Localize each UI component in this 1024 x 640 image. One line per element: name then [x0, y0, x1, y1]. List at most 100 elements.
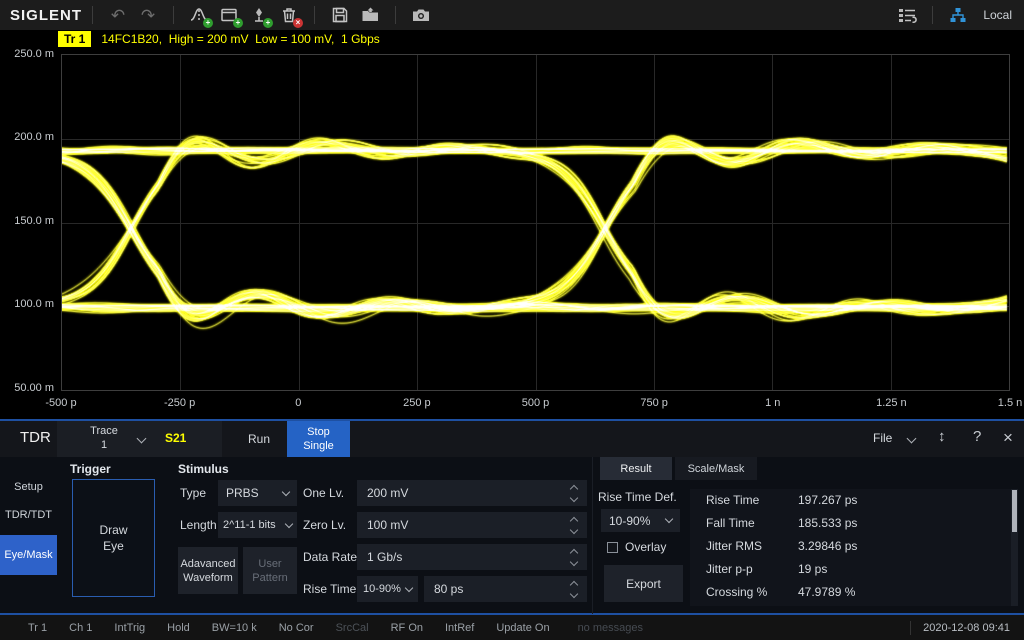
scrollbar-thumb[interactable] [1012, 490, 1017, 532]
plus-badge-icon: + [203, 18, 213, 28]
tdr-dialog-body: Setup TDR/TDT Eye/Mask Trigger Draw Eye … [0, 457, 1024, 614]
export-button[interactable]: Export [604, 565, 683, 602]
measurement-value: 3.29846 ps [798, 539, 857, 553]
network-lan-icon[interactable] [943, 2, 973, 28]
toolbar-divider [173, 6, 174, 24]
siglent-logo: SIGLENT [10, 7, 82, 24]
measurement-name: Rise Time [706, 493, 759, 507]
spinner-arrows-icon[interactable] [571, 483, 577, 503]
undo-icon[interactable]: ↶ [103, 2, 133, 28]
spinner-arrows-icon[interactable] [571, 579, 577, 599]
advanced-waveform-button[interactable]: AdavancedWaveform [178, 547, 238, 594]
overlay-option[interactable]: Overlay [607, 540, 666, 554]
delete-trace-icon[interactable]: × [274, 2, 304, 28]
result-rise-time-def-dropdown[interactable]: 10-90% [601, 509, 680, 532]
rise-time-input[interactable]: 80 ps [424, 576, 587, 602]
tdr-dialog: TDR Trace 1 S21 Run Stop Single File ↕ ?… [0, 419, 1024, 615]
measurement-value: 19 ps [798, 562, 827, 576]
type-dropdown[interactable]: PRBS [218, 480, 297, 506]
user-pattern-button[interactable]: UserPattern [243, 547, 297, 594]
status-correction: No Cor [279, 622, 314, 634]
one-level-input[interactable]: 200 mV [357, 480, 587, 506]
rise-time-def-dropdown[interactable]: 10-90% [357, 576, 418, 602]
x-tick-label: 1.5 n [998, 397, 1022, 409]
tab-eye-mask[interactable]: Eye/Mask [0, 535, 57, 575]
rise-time-def-label: Rise Time Def. [598, 490, 677, 504]
toolbar-divider [395, 6, 396, 24]
sparam-label[interactable]: S21 [165, 431, 186, 445]
table-row: Jitter p-p 19 ps [690, 558, 1018, 581]
zero-level-label: Zero Lv. [303, 518, 346, 532]
chevron-down-icon [285, 519, 293, 527]
dialog-title: TDR [20, 429, 51, 446]
run-button[interactable]: Run [235, 421, 283, 457]
tab-scale-mask[interactable]: Scale/Mask [675, 457, 757, 480]
instrument-screen: SIGLENT ↶ ↷ + + + × [0, 0, 1024, 640]
resize-panel-icon[interactable]: ↕ [938, 428, 946, 445]
draw-eye-button[interactable]: Draw Eye [72, 479, 155, 597]
status-rf: RF On [391, 622, 423, 634]
eye-diagram-plot-region: 250.0 m 200.0 m 150.0 m 100.0 m 50.00 m … [0, 48, 1024, 419]
file-menu-button[interactable]: File [873, 431, 892, 445]
add-marker-icon[interactable]: + [244, 2, 274, 28]
tdr-dialog-header: TDR Trace 1 S21 Run Stop Single File ↕ ?… [0, 421, 1024, 457]
y-tick-label: 150.0 m [0, 215, 54, 227]
y-tick-label: 100.0 m [0, 298, 54, 310]
x-tick-label: -250 p [164, 397, 195, 409]
overlay-label: Overlay [625, 540, 666, 554]
length-dropdown[interactable]: 2^11-1 bits [218, 512, 297, 538]
tab-result[interactable]: Result [600, 457, 672, 480]
delete-badge-icon: × [293, 18, 303, 28]
trigger-group-label: Trigger [70, 462, 111, 476]
stop-single-button[interactable]: Stop Single [287, 421, 350, 457]
spinner-arrows-icon[interactable] [571, 547, 577, 567]
add-window-icon[interactable]: + [214, 2, 244, 28]
recall-folder-icon[interactable] [355, 2, 385, 28]
status-datetime: 2020-12-08 09:41 [923, 622, 1010, 634]
overlay-checkbox[interactable] [607, 542, 618, 553]
x-tick-label: 1.25 n [876, 397, 907, 409]
x-tick-label: 750 p [640, 397, 668, 409]
x-tick-label: 1 n [765, 397, 780, 409]
tab-tdr-tdt[interactable]: TDR/TDT [0, 499, 57, 531]
status-bar: Tr 1 Ch 1 IntTrig Hold BW=10 k No Cor Sr… [0, 615, 1024, 640]
status-update: Update On [496, 622, 549, 634]
y-tick-label: 50.00 m [0, 382, 54, 394]
measurement-name: Crossing % [706, 585, 767, 599]
y-tick-label: 250.0 m [0, 48, 54, 60]
x-tick-label: 0 [295, 397, 301, 409]
x-tick-label: 500 p [522, 397, 550, 409]
table-row: Fall Time 185.533 ps [690, 512, 1018, 535]
close-icon[interactable]: × [1003, 428, 1013, 448]
section-divider [592, 457, 593, 614]
data-rate-input[interactable]: 1 Gb/s [357, 544, 587, 570]
toolbar-divider [314, 6, 315, 24]
x-axis: -500 p -250 p 0 250 p 500 p 750 p 1 n 1.… [61, 397, 1010, 413]
connection-mode-label[interactable]: Local [983, 8, 1012, 22]
system-setup-icon[interactable] [892, 2, 922, 28]
table-row: Jitter RMS 3.29846 ps [690, 535, 1018, 558]
chevron-down-icon [907, 434, 917, 444]
y-tick-label: 200.0 m [0, 131, 54, 143]
screenshot-camera-icon[interactable] [406, 2, 436, 28]
table-scrollbar[interactable] [1011, 489, 1018, 606]
redo-icon[interactable]: ↷ [133, 2, 163, 28]
trace-badge[interactable]: Tr 1 [58, 31, 91, 47]
status-trigger: IntTrig [114, 622, 145, 634]
trace-info-bar: Tr 1 14FC1B20, High = 200 mV Low = 100 m… [0, 30, 1024, 48]
plot-grid-area[interactable] [61, 54, 1010, 391]
length-label: Length [180, 518, 217, 532]
help-icon[interactable]: ? [973, 428, 981, 445]
trace-selector-dropdown[interactable]: Trace 1 [75, 424, 133, 452]
save-icon[interactable] [325, 2, 355, 28]
add-trace-icon[interactable]: + [184, 2, 214, 28]
stimulus-group-label: Stimulus [178, 462, 229, 476]
one-level-label: One Lv. [303, 486, 344, 500]
measurement-value: 47.9789 % [798, 585, 855, 599]
zero-level-input[interactable]: 100 mV [357, 512, 587, 538]
status-message: no messages [578, 622, 643, 634]
table-row: Crossing % 47.9789 % [690, 581, 1018, 604]
top-toolbar: SIGLENT ↶ ↷ + + + × [0, 0, 1024, 30]
left-tab-column: Setup TDR/TDT Eye/Mask [0, 457, 57, 614]
spinner-arrows-icon[interactable] [571, 515, 577, 535]
